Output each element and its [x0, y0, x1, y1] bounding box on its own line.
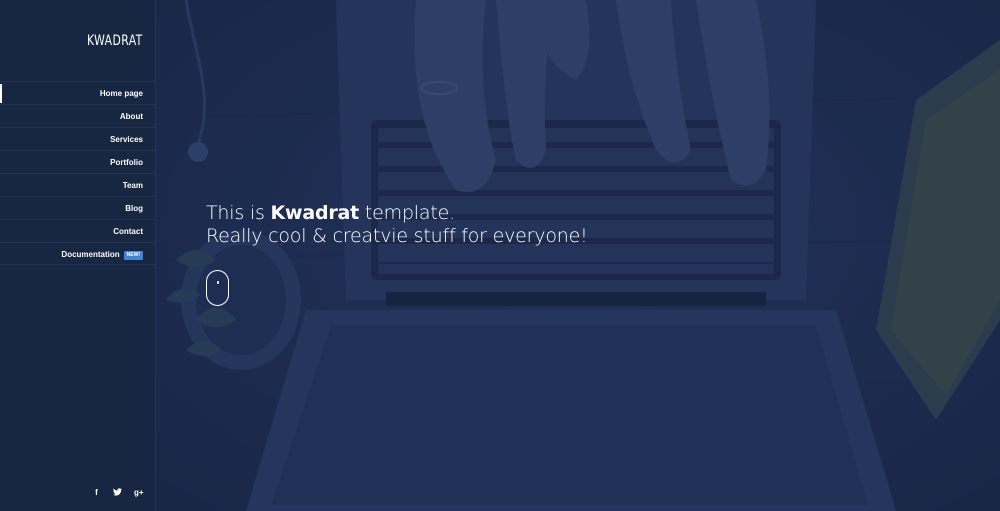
hero-headline: This is Kwadrat template. Really cool & … — [206, 202, 588, 248]
nav-item-team[interactable]: Team — [0, 173, 155, 196]
social-links: f g+ — [92, 488, 143, 498]
nav-item-label: Portfolio — [110, 158, 143, 167]
nav-item-blog[interactable]: Blog — [0, 196, 155, 219]
hero-line-1-suffix: template. — [359, 202, 455, 224]
nav-item-label: Contact — [113, 227, 143, 236]
nav-item-documentation[interactable]: Documentation NEW! — [0, 242, 155, 265]
nav-item-portfolio[interactable]: Portfolio — [0, 150, 155, 173]
nav-item-contact[interactable]: Contact — [0, 219, 155, 242]
nav-item-label: Services — [110, 135, 143, 144]
nav-item-label: Home page — [99, 89, 143, 98]
brand-logo[interactable]: KWADRAT — [87, 33, 143, 49]
hero-line-1: This is Kwadrat template. — [206, 202, 588, 225]
main-nav: Home page About Services Portfolio Team … — [0, 81, 155, 265]
new-badge: NEW! — [123, 251, 143, 260]
sidebar: KWADRAT Home page About Services Portfol… — [0, 0, 156, 511]
nav-item-home[interactable]: Home page — [0, 81, 155, 104]
hero-background — [156, 0, 1000, 511]
hero-line-1-prefix: This is — [206, 202, 271, 224]
nav-item-label: Blog — [125, 204, 143, 213]
twitter-icon[interactable] — [113, 488, 122, 498]
hero-brand-name: Kwadrat — [270, 202, 360, 224]
laptop-desk-image — [156, 0, 1000, 511]
scroll-down-mouse-icon[interactable] — [206, 270, 229, 306]
nav-item-label: About — [119, 112, 143, 121]
nav-item-services[interactable]: Services — [0, 127, 155, 150]
google-plus-icon[interactable]: g+ — [134, 488, 144, 498]
nav-item-label: Documentation — [61, 250, 120, 259]
facebook-icon[interactable]: f — [92, 488, 101, 498]
nav-item-label: Team — [122, 181, 143, 190]
hero-line-2: Really cool & creatvie stuff for everyon… — [206, 225, 588, 247]
nav-item-about[interactable]: About — [0, 104, 155, 127]
